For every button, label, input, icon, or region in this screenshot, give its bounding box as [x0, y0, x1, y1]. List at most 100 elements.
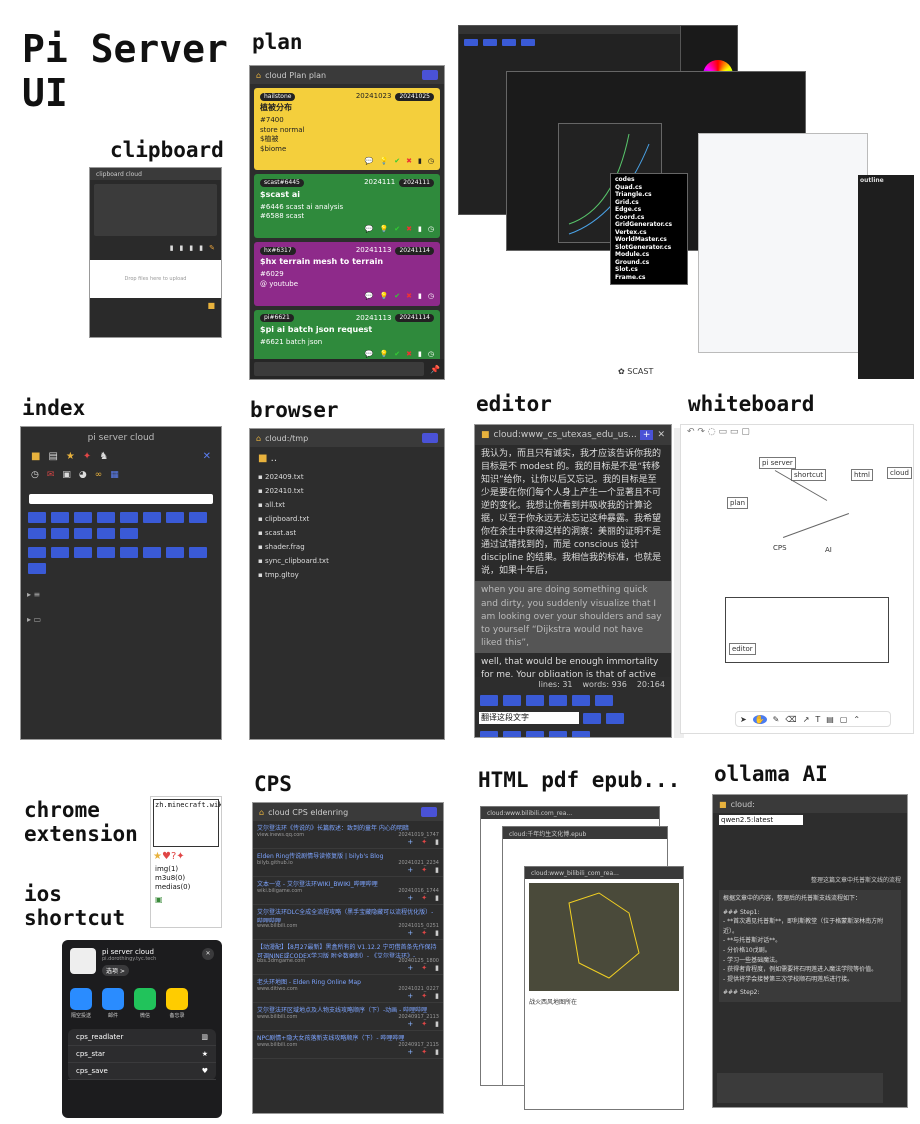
comment-icon[interactable]: 💬 — [365, 292, 374, 301]
translate-input[interactable]: 翻译这段文字 — [479, 712, 579, 724]
arrow-tool-icon[interactable]: ↗ — [803, 715, 810, 724]
cps-item-title[interactable]: 文本一览 - 艾尔登法环WIKI_BWIKI_哔哩哔哩 — [257, 879, 439, 888]
delete-icon[interactable]: ▮ — [435, 992, 439, 1000]
index-search-input[interactable] — [29, 494, 213, 504]
cps-item[interactable]: 【动漫配】【8月27最新】黑盒所有的 V1.12.2 宁可借首条先作保持 可调N… — [253, 940, 443, 975]
dog-icon[interactable]: ♞ — [99, 451, 108, 462]
plan-input[interactable] — [254, 362, 425, 376]
folder-icon[interactable]: ■ — [31, 451, 40, 462]
save-icon[interactable]: ▮ — [199, 244, 203, 252]
plan-card[interactable]: hx#6317 20241113 20241114 $hx terrain mesh… — [254, 241, 440, 306]
file-item[interactable]: ▪ scast.ast — [250, 526, 444, 540]
cps-item-title[interactable]: 艾尔登法环DLC全成全流程攻略（黑手宝藏隐藏可以流程优化版）- 哔哩哔哩 — [257, 907, 439, 923]
delete-icon[interactable]: ▮ — [435, 964, 439, 972]
editor-textarea[interactable]: 我认为，而且只有诚实，我才应该告诉你我的目标是不 modest 的。我的目标是不… — [475, 445, 671, 677]
pin-icon[interactable]: ✦ — [421, 992, 427, 1000]
pin-icon[interactable]: ✦ — [83, 451, 91, 462]
paste-icon[interactable]: ▮ — [180, 244, 184, 252]
check-icon[interactable]: ✔ — [394, 225, 400, 234]
idea-icon[interactable]: 💡 — [380, 225, 389, 234]
tree-file[interactable]: WorldMaster.cs — [615, 236, 683, 244]
clock-icon[interactable]: ◷ — [31, 470, 39, 480]
tree-file[interactable]: Quad.cs — [615, 184, 683, 192]
save-icon[interactable]: ▮ — [418, 225, 422, 234]
add-icon[interactable]: + — [407, 964, 413, 972]
add-icon[interactable]: + — [407, 1020, 413, 1028]
eraser-tool-icon[interactable]: ⌫ — [785, 715, 796, 724]
delete-icon[interactable]: ▮ — [435, 929, 439, 937]
cps-item[interactable]: Elden Ring传说剧情导读修复版 | bilyb's Blog bilyb… — [253, 849, 443, 877]
pin-icon[interactable]: ✦ — [421, 838, 427, 846]
close-icon[interactable]: ✖ — [406, 225, 412, 234]
wb-box-shortcut[interactable]: shortcut — [791, 469, 827, 481]
plan-card[interactable]: scast#6445 2024111 2024111 $scast ai #6446 … — [254, 174, 440, 238]
tree-file[interactable]: Coord.cs — [615, 214, 683, 222]
add-icon[interactable]: + — [407, 894, 413, 902]
heart-icon[interactable]: ♥ — [162, 851, 171, 862]
clipboard-dropzone[interactable]: Drop files here to upload — [90, 260, 221, 298]
media-count[interactable]: m3u8(0) — [155, 874, 217, 883]
pin-icon[interactable]: ✦ — [421, 894, 427, 902]
ollama-model-select[interactable]: qwen2.5:latest — [719, 815, 803, 825]
note-tool-icon[interactable]: ▤ — [826, 715, 834, 724]
parent-folder[interactable]: ■ .. — [250, 447, 444, 470]
tree-file[interactable]: Edge.cs — [615, 206, 683, 214]
cps-item[interactable]: NPC剧情+隐大女孩落新支线攻略顺序（下）- 哔哩哔哩 www.bilibili… — [253, 1031, 443, 1059]
star-icon[interactable]: ★ — [66, 451, 75, 462]
delete-icon[interactable]: ▮ — [435, 1020, 439, 1028]
cps-item[interactable]: 艾尔登法环《传说的》长篇叙述：致到的童年 内心的明暗 view.inews.qq… — [253, 821, 443, 849]
add-icon[interactable]: + — [407, 929, 413, 937]
pin-icon[interactable]: ✦ — [421, 964, 427, 972]
index-tree-2[interactable]: ▸ ▭ — [21, 599, 221, 624]
idea-icon[interactable]: 💡 — [380, 157, 389, 166]
cps-item[interactable]: 艾尔登法环DLC全成全流程攻略（黑手宝藏隐藏可以流程优化版）- 哔哩哔哩 www… — [253, 905, 443, 940]
pin-icon[interactable]: ✦ — [421, 1020, 427, 1028]
palette-icon[interactable]: ◕ — [79, 470, 87, 480]
rect-tool-icon[interactable]: ▢ — [840, 715, 848, 724]
pin-icon[interactable]: ✦ — [421, 1048, 427, 1056]
plan-card[interactable]: pi#6621 20241113 20241114 $pi ai batch jso… — [254, 309, 440, 364]
select-tool-icon[interactable]: ➤ — [740, 715, 747, 724]
share-app[interactable]: 邮件 — [102, 988, 124, 1019]
wb-box-cps[interactable]: CPS — [771, 543, 789, 553]
home-icon[interactable]: ⌂ — [256, 71, 261, 80]
close-icon[interactable]: ✕ — [203, 451, 211, 462]
save-icon[interactable]: ▮ — [418, 292, 422, 301]
options-button[interactable]: 选项 > — [102, 965, 129, 976]
cps-item-title[interactable]: 【动漫配】【8月27最新】黑盒所有的 V1.12.2 宁可借首条先作保持 可调N… — [257, 942, 439, 958]
comment-icon[interactable]: 💬 — [365, 225, 374, 234]
index-tree-1[interactable]: ▸ ≡ — [21, 578, 221, 599]
file-item[interactable]: ▪ tmp.gltoy — [250, 568, 444, 582]
link-icon[interactable]: ∞ — [95, 470, 103, 480]
add-plan-button[interactable] — [422, 70, 438, 80]
share-app[interactable]: 备忘录 — [166, 988, 188, 1019]
wb-box-html[interactable]: html — [851, 469, 873, 481]
clipboard-textarea[interactable] — [94, 184, 217, 236]
add-file-button[interactable] — [422, 433, 438, 443]
clock-icon[interactable]: ◷ — [428, 157, 434, 166]
delete-icon[interactable]: ▮ — [435, 838, 439, 846]
star-icon[interactable]: ★ — [153, 851, 162, 862]
add-icon[interactable]: + — [407, 992, 413, 1000]
close-icon[interactable]: ✖ — [406, 157, 412, 166]
tree-file[interactable]: Grid.cs — [615, 199, 683, 207]
media-count[interactable]: img(1) — [155, 865, 217, 874]
clock-icon[interactable]: ◷ — [428, 225, 434, 234]
cps-item-title[interactable]: Elden Ring传说剧情导读修复版 | bilyb's Blog — [257, 851, 439, 860]
check-icon[interactable]: ✔ — [394, 292, 400, 301]
pin-icon[interactable]: 📌 — [430, 365, 440, 374]
save-icon[interactable]: ▮ — [418, 157, 422, 166]
cps-item-title[interactable]: 艾尔登法环《传说的》长篇叙述：致到的童年 内心的明暗 — [257, 823, 439, 832]
pin-icon[interactable]: ✦ — [421, 929, 427, 937]
file-item[interactable]: ▪ shader.frag — [250, 540, 444, 554]
idea-icon[interactable]: 💡 — [380, 292, 389, 301]
pin-icon[interactable]: ✦ — [176, 851, 184, 862]
cps-item-title[interactable]: NPC剧情+隐大女孩落新支线攻略顺序（下）- 哔哩哔哩 — [257, 1033, 439, 1042]
delete-icon[interactable]: ▮ — [435, 894, 439, 902]
edit-icon[interactable]: ✎ — [209, 244, 215, 252]
tree-file[interactable]: codes — [615, 176, 683, 184]
share-action[interactable]: cps_star ★ — [68, 1046, 216, 1063]
file-item[interactable]: ▪ all.txt — [250, 498, 444, 512]
add-icon[interactable]: + — [407, 1048, 413, 1056]
delete-icon[interactable]: ▮ — [435, 866, 439, 874]
